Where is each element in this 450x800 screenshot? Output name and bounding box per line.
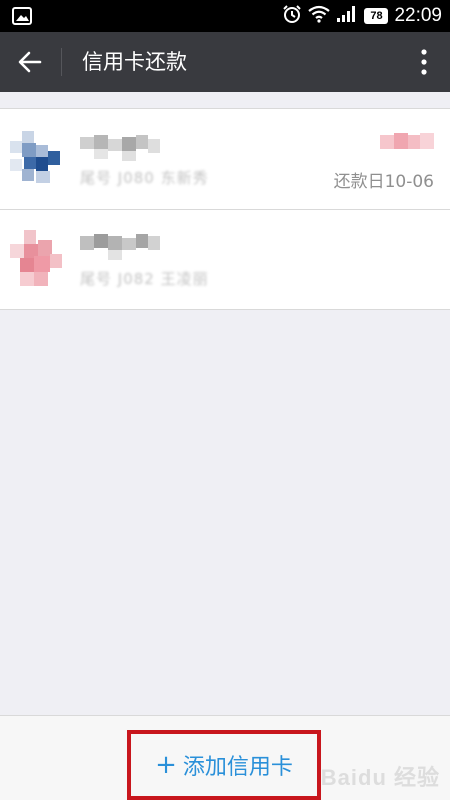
bank-logo-icon	[10, 230, 62, 290]
page-title: 信用卡还款	[82, 50, 187, 74]
repay-date: 还款日10-06	[333, 172, 434, 192]
app-bar: 信用卡还款	[0, 32, 450, 92]
add-credit-card-button[interactable]: + 添加信用卡	[127, 730, 321, 800]
more-options-button[interactable]	[412, 44, 436, 80]
signal-icon	[336, 5, 358, 27]
credit-card-item[interactable]: 尾号 J080 东新秀 还款日10-06	[0, 109, 450, 209]
clock: 22:09	[394, 5, 442, 26]
wifi-icon	[308, 5, 331, 27]
watermark: Baidu 经验	[320, 765, 440, 790]
bank-name-blurred	[80, 230, 160, 262]
card-tail-info: 尾号 J080 东新秀	[80, 169, 209, 187]
back-arrow-icon	[18, 51, 42, 73]
back-button[interactable]	[10, 44, 50, 80]
credit-card-list: 尾号 J080 东新秀 还款日10-06 尾号 J082 王凌丽	[0, 108, 450, 310]
amount-blurred	[380, 131, 434, 155]
app-bar-divider	[61, 48, 62, 76]
status-bar: 78 22:09	[0, 0, 450, 32]
card-tail-info: 尾号 J082 王凌丽	[80, 270, 209, 288]
bank-logo-icon	[10, 131, 60, 189]
bank-name-blurred	[80, 131, 160, 163]
more-vertical-icon	[421, 49, 427, 75]
alarm-icon	[282, 4, 302, 28]
plus-icon: +	[155, 750, 177, 780]
bottom-bar: + 添加信用卡 Baidu 经验	[0, 715, 450, 800]
gallery-notification-icon	[12, 7, 32, 29]
battery-indicator: 78	[364, 8, 389, 24]
add-credit-card-label: 添加信用卡	[182, 755, 293, 780]
credit-card-item[interactable]: 尾号 J082 王凌丽	[0, 209, 450, 309]
